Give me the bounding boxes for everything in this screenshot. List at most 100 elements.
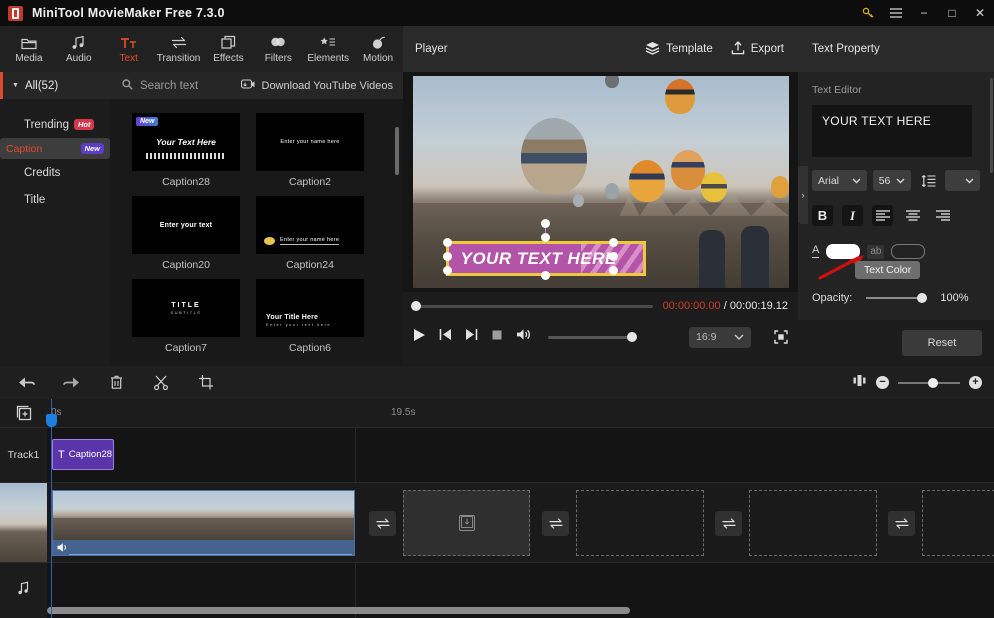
template-button[interactable]: Template (645, 41, 713, 58)
fullscreen-icon[interactable] (774, 330, 788, 344)
italic-button[interactable]: I (842, 205, 863, 226)
media-slot[interactable] (403, 490, 530, 556)
resize-handle-left[interactable] (442, 252, 452, 261)
tab-audio[interactable]: Audio (54, 26, 104, 72)
speaker-icon[interactable] (57, 540, 69, 556)
seek-knob[interactable] (411, 301, 421, 311)
maximize-button[interactable]: □ (938, 0, 966, 26)
more-options-select[interactable] (944, 170, 980, 191)
template-card[interactable]: Enter your name here Caption24 (256, 196, 364, 271)
tab-text[interactable]: Text (104, 26, 154, 72)
browser-scrollbar[interactable] (395, 127, 399, 175)
next-frame-icon[interactable] (465, 328, 478, 346)
resize-handle-bottom-right[interactable] (608, 266, 618, 275)
layers-icon (645, 41, 660, 58)
resize-handle-bottom[interactable] (540, 271, 550, 280)
sidebar-item-title[interactable]: Title (0, 186, 110, 213)
download-youtube-button[interactable]: Download YouTube Videos (240, 77, 404, 95)
redo-icon[interactable] (61, 373, 81, 393)
resize-handle-bottom-left[interactable] (442, 266, 452, 275)
template-card[interactable]: TITLE SUBTITLE Caption7 (132, 279, 240, 354)
tab-motion[interactable]: Motion (353, 26, 403, 72)
playhead-handle[interactable] (46, 414, 57, 427)
align-left-button[interactable] (872, 205, 893, 226)
font-size-select[interactable]: 56 (872, 170, 912, 191)
video-preview[interactable]: YOUR TEXT HERE (412, 76, 789, 288)
opacity-slider[interactable] (866, 293, 928, 303)
tab-media[interactable]: Media (4, 26, 54, 72)
play-icon[interactable] (413, 328, 426, 347)
search-input[interactable]: Search text (110, 77, 198, 95)
resize-handle-top-right[interactable] (608, 238, 618, 247)
resize-handle-top[interactable] (540, 233, 550, 242)
transition-slot[interactable] (542, 511, 569, 536)
timeline-ruler[interactable]: 0s 19.5s (47, 399, 994, 427)
volume-icon[interactable] (516, 328, 531, 346)
template-card[interactable]: Enter your text Caption20 (132, 196, 240, 271)
resize-handle-top-left[interactable] (442, 238, 452, 247)
reset-button[interactable]: Reset (902, 330, 982, 356)
text-clip[interactable]: T Caption28 (52, 439, 114, 470)
align-center-button[interactable] (902, 205, 923, 226)
background-color-swatch[interactable] (891, 244, 926, 259)
resize-handle-right[interactable] (608, 252, 618, 261)
tab-elements[interactable]: Elements (303, 26, 353, 72)
timeline-horizontal-scrollbar[interactable] (47, 607, 994, 614)
template-card[interactable]: Your Title Here Enter your text here Cap… (256, 279, 364, 354)
zoom-slider[interactable] (898, 377, 960, 388)
audio-track-header[interactable] (0, 562, 47, 618)
scissors-icon[interactable] (151, 373, 171, 393)
add-track-icon[interactable] (0, 399, 47, 427)
zoom-out-button[interactable]: − (876, 376, 889, 389)
undo-icon[interactable] (16, 373, 36, 393)
line-spacing-icon[interactable] (917, 170, 938, 191)
close-button[interactable]: ✕ (966, 0, 994, 26)
rotate-handle[interactable] (540, 219, 550, 228)
key-icon[interactable] (854, 0, 882, 26)
zoom-in-button[interactable]: + (969, 376, 982, 389)
tab-filters[interactable]: Filters (253, 26, 303, 72)
media-slot[interactable] (922, 490, 994, 556)
transition-slot[interactable] (715, 511, 742, 536)
panel-collapse-button[interactable]: › (798, 166, 808, 224)
transition-slot[interactable] (369, 511, 396, 536)
align-right-button[interactable] (932, 205, 953, 226)
sidebar-item-credits[interactable]: Credits (0, 159, 110, 186)
volume-slider[interactable] (548, 332, 637, 342)
volume-knob[interactable] (627, 332, 637, 342)
trash-icon[interactable] (106, 373, 126, 393)
transition-slot[interactable] (888, 511, 915, 536)
tab-transition[interactable]: Transition (154, 26, 204, 72)
text-editor-input[interactable]: YOUR TEXT HERE (812, 105, 972, 157)
text-track[interactable]: T Caption28 (47, 427, 994, 482)
media-slot[interactable] (576, 490, 704, 556)
bold-button[interactable]: B (812, 205, 833, 226)
font-family-select[interactable]: Arial (812, 170, 867, 191)
sidebar-item-caption[interactable]: Caption New (0, 138, 110, 159)
clip-audio-strip[interactable] (53, 540, 354, 556)
crop-icon[interactable] (196, 373, 216, 393)
scrollbar-thumb[interactable] (47, 607, 630, 614)
zoom-knob[interactable] (928, 377, 938, 388)
stop-icon[interactable] (491, 328, 503, 346)
seek-slider[interactable] (411, 301, 653, 311)
playhead[interactable] (46, 399, 57, 618)
sidebar-all-row[interactable]: ▼ All(52) (0, 72, 110, 99)
media-slot[interactable] (749, 490, 877, 556)
fit-timeline-icon[interactable] (852, 374, 867, 392)
tab-effects[interactable]: Effects (204, 26, 254, 72)
aspect-ratio-select[interactable]: 16:9 (689, 326, 751, 348)
text-property-footer: Reset (798, 320, 994, 366)
export-button[interactable]: Export (731, 40, 784, 58)
hamburger-menu-icon[interactable] (882, 0, 910, 26)
opacity-knob[interactable] (917, 293, 928, 303)
text-property-scrollbar[interactable] (990, 78, 993, 173)
minimize-button[interactable]: − (910, 0, 938, 26)
video-clip[interactable] (52, 490, 355, 556)
sidebar-item-trending[interactable]: Trending Hot (0, 111, 110, 138)
template-card[interactable]: Enter your name here Caption2 (256, 113, 364, 188)
track1-header[interactable]: Track1 (0, 427, 47, 482)
video-track[interactable] (47, 482, 994, 562)
previous-frame-icon[interactable] (439, 328, 452, 346)
template-card[interactable]: New Your Text Here Caption28 (132, 113, 240, 188)
